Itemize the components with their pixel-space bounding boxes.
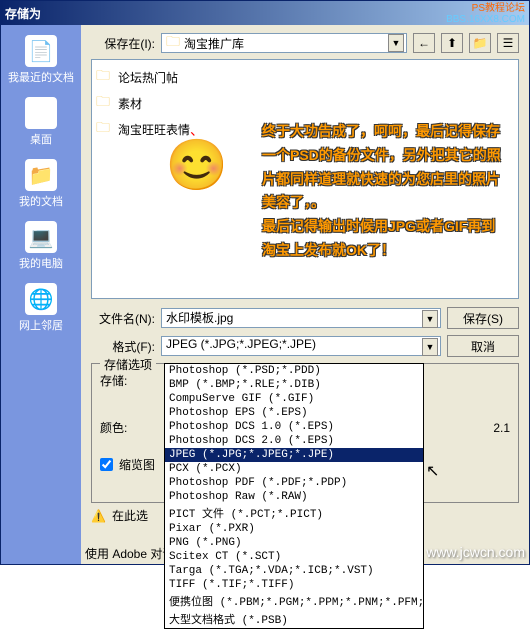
format-option[interactable]: Photoshop PDF (*.PDF;*.PDP) [165, 476, 423, 490]
save-as-dialog: 存储为 PS教程论坛 BBS.16XX8.COM 📄 我最近的文档 🖥 桌面 📁 我的文档… [0, 0, 530, 565]
emoji-decoration: 、 😊 [152, 120, 242, 190]
sidebar-item-2[interactable]: 📁 我的文档 [1, 157, 81, 211]
back-button[interactable]: ← [413, 33, 435, 53]
cancel-button[interactable]: 取消 [447, 335, 519, 357]
format-option[interactable]: PICT 文件 (*.PCT;*.PICT) [165, 504, 423, 522]
format-option[interactable]: JPEG (*.JPG;*.JPEG;*.JPE) [165, 448, 423, 462]
format-option[interactable]: PNG (*.PNG) [165, 536, 423, 550]
sidebar-icon: 🖥 [25, 97, 57, 129]
version-text: 2.1 [493, 421, 510, 435]
bottom-watermark: www.jcwcn.com [426, 544, 525, 560]
format-label: 格式(F): [91, 338, 155, 355]
format-option[interactable]: TIFF (*.TIF;*.TIFF) [165, 578, 423, 592]
save-in-dropdown[interactable]: 🗀 淘宝推广库 [161, 33, 407, 53]
format-option[interactable]: 便携位图 (*.PBM;*.PGM;*.PPM;*.PNM;*.PFM;*. [165, 592, 423, 610]
file-item[interactable]: 🗀论坛热门帖 [96, 64, 514, 90]
sidebar-icon: 🌐 [25, 283, 57, 315]
options-label: 存储选项 [100, 356, 156, 373]
format-option[interactable]: PCX (*.PCX) [165, 462, 423, 476]
format-option[interactable]: Scitex CT (*.SCT) [165, 550, 423, 564]
warning-text: 在此选 [112, 507, 148, 524]
save-in-label: 保存在(I): [91, 35, 155, 52]
thumbnail-label: 缩览图 [119, 456, 155, 473]
titlebar[interactable]: 存储为 PS教程论坛 BBS.16XX8.COM [1, 1, 529, 25]
sidebar-label: 网上邻居 [1, 317, 81, 333]
format-option[interactable]: CompuServe GIF (*.GIF) [165, 392, 423, 406]
sidebar-item-1[interactable]: 🖥 桌面 [1, 95, 81, 149]
places-sidebar: 📄 我最近的文档 🖥 桌面 📁 我的文档 💻 我的电脑 🌐 网上邻居 [1, 25, 81, 564]
sidebar-item-3[interactable]: 💻 我的电脑 [1, 219, 81, 273]
format-option[interactable]: Photoshop DCS 1.0 (*.EPS) [165, 420, 423, 434]
sidebar-icon: 📄 [25, 35, 57, 67]
filename-input[interactable]: 水印模板.jpg [161, 308, 441, 328]
format-option[interactable]: Pixar (*.PXR) [165, 522, 423, 536]
format-option[interactable]: BMP (*.BMP;*.RLE;*.DIB) [165, 378, 423, 392]
save-button[interactable]: 保存(S) [447, 307, 519, 329]
tip-text: 终于大功告成了，呵呵，最后记得保存一个PSD的备份文件，另外把其它的照片都同样道… [262, 120, 502, 263]
folder-icon: 🗀 [96, 117, 110, 141]
warning-icon: ⚠️ [91, 509, 106, 523]
sidebar-label: 桌面 [1, 131, 81, 147]
new-folder-button[interactable]: 📁 [469, 33, 491, 53]
watermark: PS教程论坛 BBS.16XX8.COM [446, 3, 525, 25]
sidebar-icon: 📁 [25, 159, 57, 191]
folder-icon: 🗀 [96, 65, 110, 89]
save-in-value: 淘宝推广库 [184, 35, 244, 52]
up-button[interactable]: ⬆ [441, 33, 463, 53]
format-option[interactable]: Photoshop EPS (*.EPS) [165, 406, 423, 420]
sidebar-label: 我的电脑 [1, 255, 81, 271]
sidebar-icon: 💻 [25, 221, 57, 253]
thumbnail-checkbox[interactable] [100, 458, 113, 471]
store-label: 存储: [100, 372, 127, 389]
format-dropdown[interactable]: JPEG (*.JPG;*.JPEG;*.JPE) [161, 336, 441, 356]
format-option[interactable]: Targa (*.TGA;*.VDA;*.ICB;*.VST) [165, 564, 423, 578]
file-list[interactable]: 🗀论坛热门帖🗀素材🗀淘宝旺旺表情 、 😊 终于大功告成了，呵呵，最后记得保存一个… [91, 59, 519, 299]
format-option[interactable]: Photoshop (*.PSD;*.PDD) [165, 364, 423, 378]
format-option[interactable]: Photoshop DCS 2.0 (*.EPS) [165, 434, 423, 448]
sidebar-label: 我的文档 [1, 193, 81, 209]
view-menu-button[interactable]: ☰ [497, 33, 519, 53]
color-label: 颜色: [100, 419, 127, 436]
sidebar-item-4[interactable]: 🌐 网上邻居 [1, 281, 81, 335]
folder-icon: 🗀 [166, 31, 180, 55]
folder-icon: 🗀 [96, 91, 110, 115]
format-option[interactable]: Photoshop Raw (*.RAW) [165, 490, 423, 504]
format-dropdown-list[interactable]: Photoshop (*.PSD;*.PDD)BMP (*.BMP;*.RLE;… [164, 363, 424, 629]
filename-label: 文件名(N): [91, 310, 155, 327]
sidebar-label: 我最近的文档 [1, 69, 81, 85]
sidebar-item-0[interactable]: 📄 我最近的文档 [1, 33, 81, 87]
file-item[interactable]: 🗀素材 [96, 90, 514, 116]
format-option[interactable]: 大型文档格式 (*.PSB) [165, 610, 423, 628]
